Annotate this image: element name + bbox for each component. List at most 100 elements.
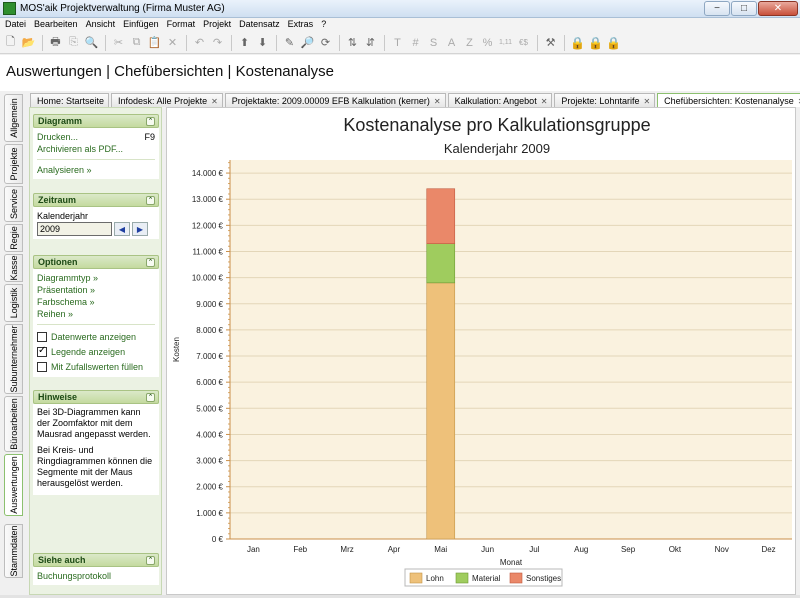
chart-area: Kostenanalyse pro Kalkulationsgruppe Kale…	[166, 107, 796, 595]
tab-close-icon[interactable]: ✕	[541, 97, 548, 106]
menu-ansicht[interactable]: Ansicht	[83, 18, 121, 32]
sidetab-stammdaten[interactable]: Stammdaten	[4, 524, 23, 578]
yellow-lock-icon[interactable]: 🔒	[587, 34, 604, 51]
year-input[interactable]: 2009	[37, 222, 112, 236]
analyze-link[interactable]: Analysieren »	[37, 164, 155, 176]
sidetab-label: Büroarbeiten	[8, 398, 19, 450]
number-format-icon[interactable]: #	[407, 34, 424, 51]
sidetab-auswertungen[interactable]: Auswertungen	[4, 454, 23, 516]
blue-lock-icon[interactable]: 🔒	[569, 34, 586, 51]
redo-icon[interactable]: ↷	[209, 34, 226, 51]
tab-kalkulation[interactable]: Kalkulation: Angebot ✕	[447, 93, 553, 107]
red-lock-icon[interactable]: 🔒	[605, 34, 622, 51]
arrow-up-icon[interactable]: ⬆	[236, 34, 253, 51]
section-header[interactable]: Siehe auch ⌃	[33, 553, 159, 567]
copy-icon[interactable]: ⧉	[128, 34, 145, 51]
percent-format-icon[interactable]: %	[479, 34, 496, 51]
tab-close-icon[interactable]: ✕	[643, 97, 650, 106]
close-button[interactable]: ✕	[758, 1, 798, 16]
undo-icon[interactable]: ↶	[191, 34, 208, 51]
tab-projektakte[interactable]: Projektakte: 2009.00009 EFB Kalkulation …	[224, 93, 446, 107]
delete-icon[interactable]: ✕	[164, 34, 181, 51]
presentation-link[interactable]: Präsentation »	[37, 284, 155, 296]
new-document-icon[interactable]: 🗋	[2, 34, 19, 51]
sidetab-service[interactable]: Service	[4, 186, 23, 222]
currency-format-icon[interactable]: €$	[515, 34, 532, 51]
tab-kostenanalyse[interactable]: Chefübersichten: Kostenanalyse✕	[657, 93, 800, 107]
next-year-button[interactable]: ▶	[132, 222, 148, 236]
sidetab-bueroarbeiten[interactable]: Büroarbeiten	[4, 396, 23, 452]
color-scheme-link[interactable]: Farbschema »	[37, 296, 155, 308]
sidetab-allgemein[interactable]: Allgemein	[4, 94, 23, 142]
menu-datensatz[interactable]: Datensatz	[236, 18, 285, 32]
tab-close-icon[interactable]: ✕	[211, 97, 218, 106]
sort-desc-icon[interactable]: ⇵	[362, 34, 379, 51]
refresh-icon[interactable]: ⟳	[317, 34, 334, 51]
tab-home[interactable]: Home: Startseite	[30, 93, 110, 107]
x-tick-label: Dez	[761, 545, 775, 554]
copy-document-icon[interactable]: ⎘	[65, 34, 82, 51]
a-format-icon[interactable]: A	[443, 34, 460, 51]
show-legend-checkbox[interactable]	[37, 345, 47, 357]
series-link[interactable]: Reihen »	[37, 308, 155, 320]
diagram-type-link[interactable]: Diagrammtyp »	[37, 272, 155, 284]
text-format-icon[interactable]: T	[389, 34, 406, 51]
paste-icon[interactable]: 📋	[146, 34, 163, 51]
tab-close-icon[interactable]: ✕	[434, 97, 441, 106]
collapse-icon[interactable]: ⌃	[146, 117, 155, 126]
find-icon[interactable]: 🔎	[299, 34, 316, 51]
section-header[interactable]: Optionen ⌃	[33, 255, 159, 269]
print-link[interactable]: Drucken...	[37, 131, 78, 143]
sidetab-logistik[interactable]: Logistik	[4, 284, 23, 322]
collapse-icon[interactable]: ⌃	[146, 393, 155, 402]
arrow-down-icon[interactable]: ⬇	[254, 34, 271, 51]
window-titlebar: MOS'aik Projektverwaltung (Firma Muster …	[0, 0, 800, 18]
menu-help[interactable]: ?	[318, 18, 331, 32]
pen-icon[interactable]: ✎	[281, 34, 298, 51]
cut-icon[interactable]: ✂	[110, 34, 127, 51]
print-icon[interactable]: 🖶	[47, 34, 64, 51]
show-legend-option[interactable]: Legende anzeigen	[37, 344, 155, 359]
document-tabs: Home: Startseite Infodesk: Alle Projekte…	[30, 92, 800, 107]
section-header[interactable]: Hinweise ⌃	[33, 390, 159, 404]
collapse-icon[interactable]: ⌃	[146, 556, 155, 565]
menu-datei[interactable]: Datei	[2, 18, 31, 32]
maximize-button[interactable]: □	[731, 1, 757, 16]
booking-log-link[interactable]: Buchungsprotokoll	[37, 570, 155, 582]
decimal-format-icon[interactable]: 1,11	[497, 34, 514, 51]
z-format-icon[interactable]: Z	[461, 34, 478, 51]
prev-year-button[interactable]: ◀	[114, 222, 130, 236]
toolbar-separator	[42, 34, 43, 51]
open-folder-icon[interactable]: 📂	[20, 34, 37, 51]
cost-chart: Kostenanalyse pro Kalkulationsgruppe Kale…	[172, 115, 792, 587]
menu-einfuegen[interactable]: Einfügen	[120, 18, 164, 32]
s-format-icon[interactable]: S	[425, 34, 442, 51]
page-header: Auswertungen | Chefübersichten | Kostena…	[0, 55, 800, 91]
sidetab-kasse[interactable]: Kasse	[4, 254, 23, 282]
sidetab-projekte[interactable]: Projekte	[4, 144, 23, 184]
preview-icon[interactable]: 🔍	[83, 34, 100, 51]
menu-projekt[interactable]: Projekt	[200, 18, 236, 32]
tab-infodesk[interactable]: Infodesk: Alle Projekte ✕	[111, 93, 223, 107]
tools-icon[interactable]: ⚒	[542, 34, 559, 51]
minimize-button[interactable]: −	[704, 1, 730, 16]
random-values-option[interactable]: Mit Zufallswerten füllen	[37, 359, 155, 374]
menu-bearbeiten[interactable]: Bearbeiten	[31, 18, 83, 32]
random-values-checkbox[interactable]	[37, 361, 47, 372]
sort-asc-icon[interactable]: ⇅	[344, 34, 361, 51]
collapse-icon[interactable]: ⌃	[146, 196, 155, 205]
show-values-option[interactable]: Datenwerte anzeigen	[37, 329, 155, 344]
menu-bar: Datei Bearbeiten Ansicht Einfügen Format…	[0, 18, 800, 32]
archive-pdf-link[interactable]: Archivieren als PDF...	[37, 143, 155, 155]
checkbox-label: Legende anzeigen	[51, 346, 126, 357]
show-values-checkbox[interactable]	[37, 331, 47, 342]
sidetab-subunternehmer[interactable]: Subunternehmer	[4, 324, 23, 394]
menu-extras[interactable]: Extras	[285, 18, 319, 32]
sidetab-regie[interactable]: Regie	[4, 224, 23, 252]
sidetab-label: Service	[8, 188, 19, 220]
section-header[interactable]: Zeitraum ⌃	[33, 193, 159, 207]
section-header[interactable]: Diagramm ⌃	[33, 114, 159, 128]
collapse-icon[interactable]: ⌃	[146, 258, 155, 267]
tab-lohntarife[interactable]: Projekte: Lohntarife ✕	[554, 93, 656, 107]
menu-format[interactable]: Format	[164, 18, 201, 32]
